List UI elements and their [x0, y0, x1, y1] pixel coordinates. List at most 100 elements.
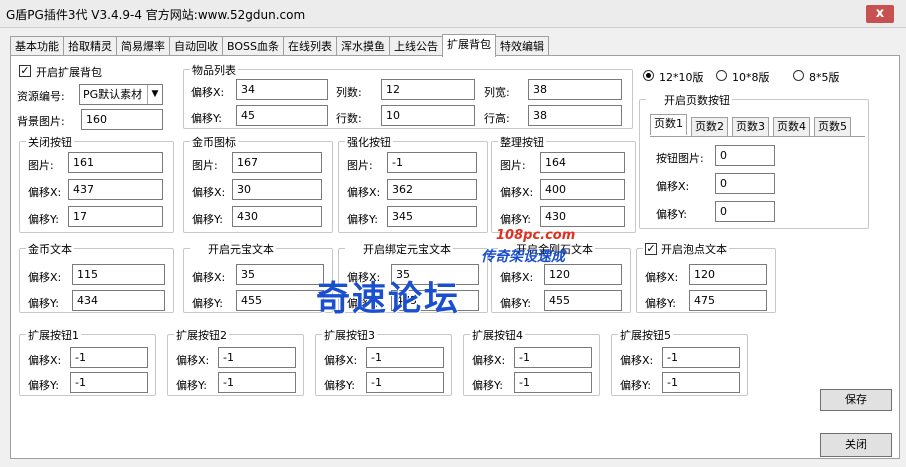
ext-button-x-input[interactable]: -1 — [70, 347, 148, 368]
layout-radio-2[interactable] — [793, 70, 804, 81]
text-group-x-input[interactable]: 120 — [544, 264, 622, 285]
ext-button-y-input[interactable]: -1 — [218, 372, 296, 393]
page-button-x-input[interactable]: 0 — [715, 173, 775, 194]
image-group-0: 关闭按钮 图片: 161 偏移X: 437 偏移Y: 17 — [19, 134, 174, 233]
image-group-y-input[interactable]: 430 — [540, 206, 625, 227]
title-bar: G盾PG插件3代 V3.4.9-4 官方网站:www.52gdun.com x — [0, 0, 906, 28]
enable-page-buttons-label: 开启页数按钮 — [646, 92, 732, 108]
ext-button-y-label: 偏移Y: — [28, 379, 59, 392]
text-group-x-input[interactable]: 35 — [236, 264, 324, 285]
image-group-image-input[interactable]: -1 — [387, 152, 477, 173]
text-group-y-input[interactable]: 475 — [391, 290, 479, 311]
ext-button-group-3: 扩展按钮4 偏移X: -1 偏移Y: -1 — [463, 327, 600, 396]
tab-1[interactable]: 拾取精灵 — [63, 36, 117, 56]
text-group-x-label: 偏移X: — [192, 271, 226, 284]
layout-radio-0[interactable] — [643, 70, 654, 81]
item-list-row-height-input[interactable]: 38 — [528, 105, 622, 126]
image-group-title: 金币图标 — [190, 134, 238, 150]
tab-6[interactable]: 浑水摸鱼 — [335, 36, 390, 56]
tab-8[interactable]: 扩展背包 — [441, 34, 496, 57]
window-title: G盾PG插件3代 V3.4.9-4 官方网站:www.52gdun.com — [6, 8, 306, 22]
image-group-image-input[interactable]: 167 — [232, 152, 322, 173]
ext-button-title: 扩展按钮1 — [26, 327, 81, 343]
tab-5[interactable]: 在线列表 — [282, 36, 337, 56]
image-group-x-input[interactable]: 362 — [387, 179, 477, 200]
text-group-x-input[interactable]: 35 — [391, 264, 479, 285]
tab-7[interactable]: 上线公告 — [388, 36, 443, 56]
ext-button-x-input[interactable]: -1 — [662, 347, 740, 368]
bg-image-input[interactable]: 160 — [81, 109, 163, 130]
text-group-y-label: 偏移Y: — [28, 297, 59, 310]
ext-button-group-1: 扩展按钮2 偏移X: -1 偏移Y: -1 — [167, 327, 304, 396]
image-group-x-input[interactable]: 437 — [68, 179, 163, 200]
layout-radio-label: 12*10版 — [659, 71, 704, 84]
chevron-down-icon[interactable]: ▼ — [147, 85, 162, 104]
resource-id-select[interactable]: PG默认素材 ▼ — [79, 84, 163, 105]
page-subtab-2[interactable]: 页数3 — [732, 117, 769, 136]
bubble-text-y-label: 偏移Y: — [645, 297, 676, 310]
image-group-image-input[interactable]: 164 — [540, 152, 625, 173]
image-group-y-input[interactable]: 430 — [232, 206, 322, 227]
text-group-title: 金币文本 — [26, 241, 74, 257]
watermark-sub: 传奇架设速成 — [481, 249, 565, 265]
bubble-text-x-input[interactable]: 120 — [689, 264, 767, 285]
item-list-offset-x-input[interactable]: 34 — [236, 79, 328, 100]
page-subtab-4[interactable]: 页数5 — [814, 117, 851, 136]
item-list-rows-input[interactable]: 10 — [381, 105, 475, 126]
text-group-y-input[interactable]: 455 — [236, 290, 324, 311]
page-subtab-3[interactable]: 页数4 — [773, 117, 810, 136]
ext-button-y-label: 偏移Y: — [472, 379, 503, 392]
image-group-x-input[interactable]: 30 — [232, 179, 322, 200]
tab-2[interactable]: 简易爆率 — [116, 36, 170, 56]
image-group-y-label: 偏移Y: — [347, 213, 378, 226]
image-group-image-input[interactable]: 161 — [68, 152, 163, 173]
ext-button-x-input[interactable]: -1 — [514, 347, 592, 368]
image-group-1: 金币图标 图片: 167 偏移X: 30 偏移Y: 430 — [183, 134, 333, 233]
item-list-title: 物品列表 — [190, 62, 238, 78]
image-group-title: 整理按钮 — [498, 134, 546, 150]
ext-button-x-input[interactable]: -1 — [366, 347, 444, 368]
page-subtab-1[interactable]: 页数2 — [691, 117, 728, 136]
tab-3[interactable]: 自动回收 — [169, 36, 223, 56]
close-button[interactable]: 关闭 — [820, 433, 892, 457]
ext-button-x-label: 偏移X: — [28, 354, 62, 367]
item-list-cols-input[interactable]: 12 — [381, 79, 475, 100]
ext-button-y-input[interactable]: -1 — [366, 372, 444, 393]
text-group-x-input[interactable]: 115 — [72, 264, 165, 285]
image-group-x-label: 偏移X: — [347, 186, 381, 199]
image-group-title: 关闭按钮 — [26, 134, 74, 150]
bubble-text-x-label: 偏移X: — [645, 271, 679, 284]
save-button[interactable]: 保存 — [820, 389, 892, 411]
bubble-text-y-input[interactable]: 475 — [689, 290, 767, 311]
ext-button-y-input[interactable]: -1 — [662, 372, 740, 393]
ext-button-y-input[interactable]: -1 — [70, 372, 148, 393]
tab-4[interactable]: BOSS血条 — [222, 36, 284, 56]
watermark-url: 108pc.com — [496, 228, 576, 243]
text-group-y-input[interactable]: 434 — [72, 290, 165, 311]
item-list-col-width-input[interactable]: 38 — [528, 79, 622, 100]
ext-button-group-4: 扩展按钮5 偏移X: -1 偏移Y: -1 — [611, 327, 748, 396]
item-list-offset-y-input[interactable]: 45 — [236, 105, 328, 126]
enable-expand-bag-checkbox[interactable]: ✓ — [19, 65, 31, 77]
image-group-x-input[interactable]: 400 — [540, 179, 625, 200]
tab-9[interactable]: 特效编辑 — [494, 36, 549, 56]
window-close-button[interactable]: x — [866, 5, 894, 23]
layout-radio-label: 8*5版 — [809, 71, 840, 84]
page-button-y-input[interactable]: 0 — [715, 201, 775, 222]
tab-content-expand-bag: ✓ 开启扩展背包 资源编号: PG默认素材 ▼ 背景图片: 160 物品列表 偏… — [10, 55, 900, 459]
image-group-y-input[interactable]: 345 — [387, 206, 477, 227]
page-subtab-0[interactable]: 页数1 — [650, 114, 687, 135]
ext-button-title: 扩展按钮4 — [470, 327, 525, 343]
page-button-image-input[interactable]: 0 — [715, 145, 775, 166]
bubble-text-checkbox[interactable]: ✓ — [645, 243, 657, 255]
ext-button-x-input[interactable]: -1 — [218, 347, 296, 368]
text-group-y-label: 偏移Y: — [500, 297, 531, 310]
image-group-y-input[interactable]: 17 — [68, 206, 163, 227]
ext-button-x-label: 偏移X: — [324, 354, 358, 367]
ext-button-y-input[interactable]: -1 — [514, 372, 592, 393]
layout-radio-1[interactable] — [716, 70, 727, 81]
text-group-y-input[interactable]: 455 — [544, 290, 622, 311]
tab-0[interactable]: 基本功能 — [10, 36, 64, 56]
image-group-3: 整理按钮 图片: 164 偏移X: 400 偏移Y: 430 — [491, 134, 636, 233]
ext-button-y-label: 偏移Y: — [620, 379, 651, 392]
